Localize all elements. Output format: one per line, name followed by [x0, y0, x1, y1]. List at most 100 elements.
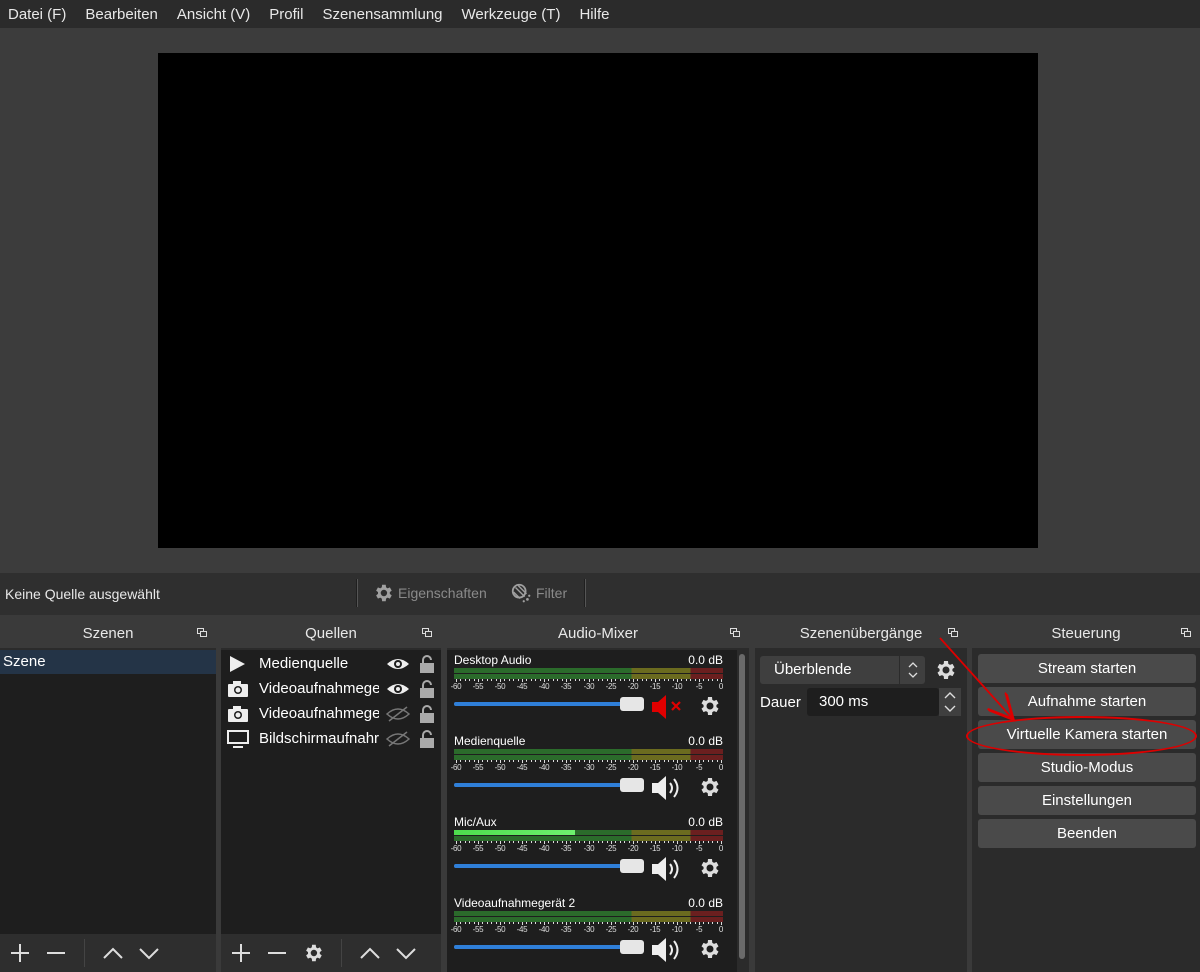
eye-icon[interactable]	[386, 681, 410, 697]
undock-icon[interactable]	[948, 628, 959, 638]
scene-down-button[interactable]	[135, 939, 163, 967]
gear-icon[interactable]	[697, 694, 721, 718]
start-virtual-camera-button[interactable]: Virtuelle Kamera starten	[978, 720, 1196, 749]
program-preview[interactable]	[158, 53, 1038, 548]
scale-minor-tick	[637, 679, 638, 681]
scale-minor-tick	[513, 922, 514, 924]
start-stream-button[interactable]: Stream starten	[978, 654, 1196, 683]
settings-button[interactable]: Einstellungen	[978, 786, 1196, 815]
scale-minor-tick	[562, 922, 563, 924]
source-down-button[interactable]	[392, 939, 420, 967]
scale-minor-tick	[562, 760, 563, 762]
start-recording-button[interactable]: Aufnahme starten	[978, 687, 1196, 716]
source-item[interactable]: Videoaufnahmege	[221, 702, 441, 727]
eye-icon[interactable]	[386, 656, 410, 672]
duration-stepper[interactable]	[939, 688, 961, 716]
scene-item[interactable]: Szene	[0, 650, 216, 674]
volume-slider[interactable]	[454, 859, 644, 873]
scale-minor-tick	[624, 922, 625, 924]
gear-icon[interactable]	[697, 775, 721, 799]
duration-label: Dauer	[760, 694, 801, 711]
menu-ansicht[interactable]: Ansicht (V)	[169, 6, 261, 23]
gear-icon[interactable]	[697, 856, 721, 880]
scale-minor-tick	[686, 760, 687, 762]
duration-input[interactable]: 300 ms	[807, 688, 939, 716]
sources-list: Medienquelle Videoaufnahmege Videoaufnah…	[221, 650, 441, 934]
scale-minor-tick	[624, 841, 625, 843]
scale-minor-tick	[607, 841, 608, 843]
menu-profil[interactable]: Profil	[261, 6, 314, 23]
studio-mode-button[interactable]: Studio-Modus	[978, 753, 1196, 782]
controls-body: Stream starten Aufnahme starten Virtuell…	[972, 650, 1200, 972]
menu-werkzeuge[interactable]: Werkzeuge (T)	[454, 6, 572, 23]
source-up-button[interactable]	[356, 939, 384, 967]
scrollbar-thumb[interactable]	[739, 654, 745, 959]
chevron-up-icon[interactable]	[944, 691, 956, 699]
slider-knob[interactable]	[620, 697, 644, 711]
lock-icon[interactable]	[419, 679, 435, 699]
scale-minor-tick	[540, 679, 541, 681]
scale-minor-tick	[637, 841, 638, 843]
scale-label: -50	[494, 844, 506, 853]
level-meter	[454, 749, 723, 754]
undock-icon[interactable]	[197, 628, 208, 638]
scale-minor-tick	[570, 841, 571, 843]
source-item[interactable]: Medienquelle	[221, 652, 441, 677]
speaker-icon[interactable]	[650, 774, 686, 802]
speaker-muted-icon[interactable]	[650, 693, 686, 721]
scale-minor-tick	[673, 922, 674, 924]
source-item[interactable]: Bildschirmaufnahr	[221, 727, 441, 752]
scale-minor-tick	[690, 841, 691, 843]
filter-button[interactable]: Filter	[510, 582, 567, 604]
undock-icon[interactable]	[730, 628, 741, 638]
slider-knob[interactable]	[620, 859, 644, 873]
eye-hidden-icon[interactable]	[386, 706, 410, 722]
scale-label: -55	[472, 844, 484, 853]
source-properties-button[interactable]	[299, 939, 327, 967]
scale-label: -30	[583, 763, 595, 772]
scale-minor-tick	[673, 679, 674, 681]
lock-icon[interactable]	[419, 704, 435, 724]
scale-label: 0	[718, 682, 724, 691]
gear-icon[interactable]	[933, 658, 957, 682]
transitions-body: Überblende Dauer 300 ms	[755, 650, 967, 972]
menu-datei[interactable]: Datei (F)	[0, 6, 77, 23]
scale-minor-tick	[579, 922, 580, 924]
scale-minor-tick	[548, 760, 549, 762]
transition-select[interactable]: Überblende	[760, 656, 925, 684]
menu-bearbeiten[interactable]: Bearbeiten	[77, 6, 169, 23]
scale-minor-tick	[681, 760, 682, 762]
volume-slider[interactable]	[454, 940, 644, 954]
scale-minor-tick	[664, 760, 665, 762]
chevron-down-icon[interactable]	[944, 705, 956, 713]
source-item[interactable]: Videoaufnahmege	[221, 677, 441, 702]
exit-button[interactable]: Beenden	[978, 819, 1196, 848]
volume-slider[interactable]	[454, 778, 644, 792]
speaker-icon[interactable]	[650, 936, 686, 964]
eye-hidden-icon[interactable]	[386, 731, 410, 747]
undock-icon[interactable]	[1181, 628, 1192, 638]
gear-icon[interactable]	[697, 937, 721, 961]
menu-hilfe[interactable]: Hilfe	[571, 6, 620, 23]
scene-up-button[interactable]	[99, 939, 127, 967]
scale-label: -55	[472, 763, 484, 772]
mixer-scrollbar[interactable]	[737, 652, 747, 968]
db-scale: -60 -55 -50 -45 -40 -35 -30 -25 -20 -15 -10 -5 0	[451, 922, 723, 934]
menu-szenensammlung[interactable]: Szenensammlung	[314, 6, 453, 23]
remove-scene-button[interactable]	[42, 939, 70, 967]
add-scene-button[interactable]	[6, 939, 34, 967]
speaker-icon[interactable]	[650, 855, 686, 883]
lock-icon[interactable]	[419, 654, 435, 674]
undock-icon[interactable]	[422, 628, 433, 638]
slider-knob[interactable]	[620, 778, 644, 792]
volume-slider[interactable]	[454, 697, 644, 711]
properties-button[interactable]: Eigenschaften	[372, 582, 487, 604]
transitions-title-label: Szenenübergänge	[799, 625, 923, 642]
slider-knob[interactable]	[620, 940, 644, 954]
remove-source-button[interactable]	[263, 939, 291, 967]
scale-minor-tick	[482, 679, 483, 681]
add-source-button[interactable]	[227, 939, 255, 967]
scale-minor-tick	[712, 841, 713, 843]
scale-minor-tick	[620, 922, 621, 924]
lock-icon[interactable]	[419, 729, 435, 749]
